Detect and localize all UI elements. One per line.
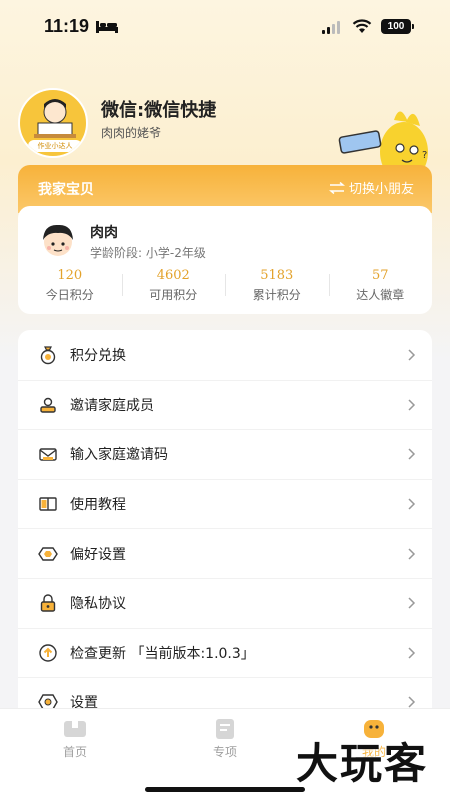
chevron-right-icon <box>408 696 416 709</box>
stat-today-points[interactable]: 120 今日积分 <box>18 266 122 306</box>
home-tab-icon <box>64 721 86 737</box>
kid-avatar <box>38 220 78 260</box>
tutorial-book-icon <box>39 497 57 511</box>
stat-label: 今日积分 <box>45 288 94 302</box>
chevron-right-icon <box>408 399 416 411</box>
stat-label: 达人徽章 <box>356 288 405 302</box>
chevron-right-icon <box>408 647 416 659</box>
watermark-text: 大玩客 <box>296 739 429 788</box>
kid-stage: 学龄阶段: 小学-2年级 <box>90 246 206 260</box>
menu-label: 检查更新 「当前版本:1.0.3」 <box>70 645 255 662</box>
svg-text:?: ? <box>422 150 427 161</box>
menu-item-check-update[interactable]: 检查更新 「当前版本:1.0.3」 <box>18 627 432 678</box>
stat-value: 4602 <box>156 268 190 283</box>
menu-label: 积分兑换 <box>70 347 126 364</box>
update-icon <box>39 644 57 662</box>
switch-kid-label: 切换小朋友 <box>348 182 414 197</box>
stat-value: 5183 <box>260 268 294 283</box>
status-bar: 11:19 100 <box>0 0 450 54</box>
bed-icon <box>96 21 118 33</box>
kid-stats: 120 今日积分 4602 可用积分 5183 累计积分 57 达人徽章 <box>18 266 432 306</box>
tab-label: 首页 <box>62 745 87 759</box>
user-avatar[interactable]: 作业小达人 <box>18 88 88 158</box>
signal-icon <box>322 21 340 34</box>
menu-item-tutorial[interactable]: 使用教程 <box>18 478 432 529</box>
chevron-right-icon <box>408 498 416 510</box>
invite-member-icon <box>40 397 56 413</box>
preference-icon <box>38 546 58 561</box>
stat-value: 57 <box>371 268 389 283</box>
avatar-badge: 作业小达人 <box>28 140 82 152</box>
invite-code-icon <box>39 448 57 462</box>
tab-label: 专项 <box>212 745 237 759</box>
stat-available-points[interactable]: 4602 可用积分 <box>121 266 226 306</box>
stat-value: 120 <box>57 268 83 283</box>
tab-special[interactable]: 专项 <box>185 719 265 760</box>
menu-item-points-exchange[interactable]: 积分兑换 <box>18 330 432 380</box>
chevron-right-icon <box>408 448 416 461</box>
stat-label: 可用积分 <box>149 288 198 302</box>
home-indicator[interactable] <box>145 787 305 792</box>
menu-item-preferences[interactable]: 偏好设置 <box>18 528 432 578</box>
kid-card[interactable]: 肉肉 学龄阶段: 小学-2年级 120 今日积分 4602 可用积分 5183 … <box>18 206 432 314</box>
stat-label: 累计积分 <box>252 288 301 302</box>
lock-icon <box>40 594 56 612</box>
swap-icon <box>328 181 345 194</box>
menu-label: 邀请家庭成员 <box>70 397 154 414</box>
profile-name: 微信:微信快捷 <box>101 100 217 121</box>
kid-section-title: 我家宝贝 <box>38 182 94 198</box>
switch-kid-button[interactable]: 切换小朋友 <box>328 178 414 197</box>
kid-face-icon <box>43 224 73 256</box>
menu-label: 偏好设置 <box>70 546 126 563</box>
profile-subtitle: 肉肉的姥爷 <box>101 126 162 140</box>
battery-indicator: 100 <box>381 19 414 34</box>
points-bag-icon <box>40 346 56 364</box>
menu-label: 使用教程 <box>70 497 126 514</box>
settings-menu: 积分兑换 邀请家庭成员 输入家庭邀请码 使用教程 偏好设置 隐私协议 检查更新 … <box>18 330 432 730</box>
chevron-right-icon <box>408 548 416 560</box>
kid-name: 肉肉 <box>90 225 118 241</box>
chevron-right-icon <box>408 597 416 609</box>
status-time: 11:19 <box>44 16 90 36</box>
special-tab-icon <box>216 719 234 739</box>
stat-badges[interactable]: 57 达人徽章 <box>328 266 433 306</box>
wifi-icon <box>352 19 372 33</box>
stat-total-points[interactable]: 5183 累计积分 <box>225 266 329 306</box>
menu-item-invite-member[interactable]: 邀请家庭成员 <box>18 379 432 430</box>
menu-item-privacy[interactable]: 隐私协议 <box>18 578 432 628</box>
tab-home[interactable]: 首页 <box>35 719 115 760</box>
chevron-right-icon <box>408 349 416 361</box>
menu-label: 输入家庭邀请码 <box>70 447 168 464</box>
menu-item-invite-code[interactable]: 输入家庭邀请码 <box>18 429 432 479</box>
menu-label: 隐私协议 <box>70 596 126 613</box>
